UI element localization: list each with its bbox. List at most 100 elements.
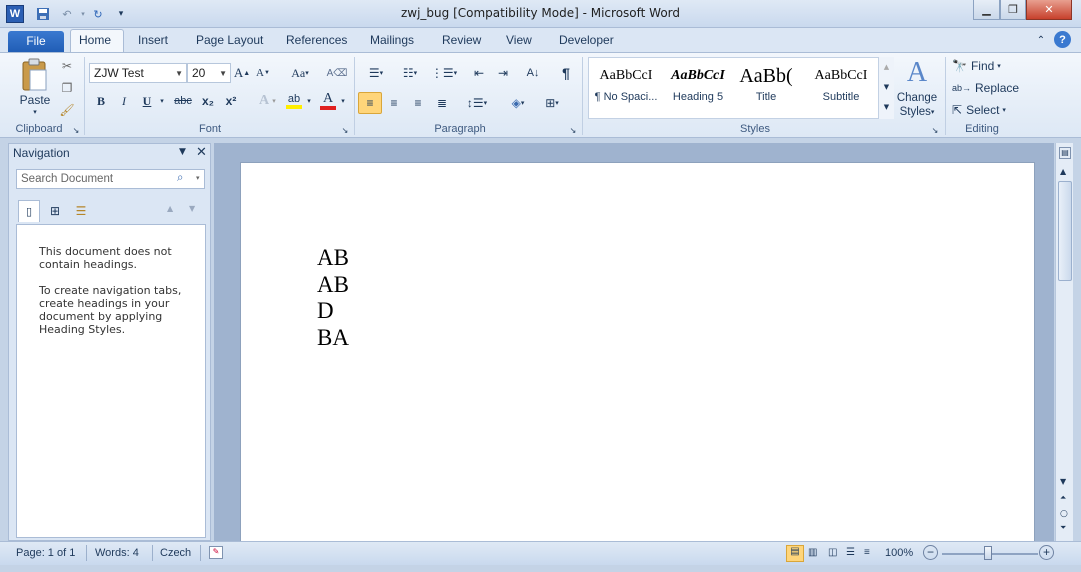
language-indicator[interactable]: Czech [160,547,191,559]
style-no-spacing[interactable]: AaBbCcI ¶ No Spaci... [590,61,662,115]
style-subtitle[interactable]: AaBbCcI Subtitle [805,61,877,115]
tab-review[interactable]: Review [434,30,489,52]
tab-developer[interactable]: Developer [551,30,622,52]
change-styles-icon[interactable]: A [900,57,934,89]
change-styles-label-2[interactable]: Styles ▾ [894,105,940,118]
vertical-scrollbar[interactable]: ▤ ▲ ▼ ⏶ ○ ⏷ [1055,143,1073,541]
browse-results-tab[interactable]: ☰ [71,202,91,220]
next-page-icon[interactable]: ⏷ [1060,523,1066,533]
select-browse-object-icon[interactable]: ○ [1060,509,1068,519]
print-layout-view-icon[interactable]: ▤ [786,545,804,562]
style-title[interactable]: AaBb( Title [733,61,799,115]
close-button[interactable]: ✕ [1026,0,1072,20]
font-launcher-icon[interactable]: ↘ [340,125,350,135]
change-styles-label[interactable]: Change [894,91,940,104]
zoom-out-icon[interactable]: − [923,545,938,560]
styles-down-icon[interactable]: ▼ [879,77,894,97]
next-result-icon[interactable]: ▼ [189,204,195,213]
font-size-combo[interactable]: 20 ▼ [187,63,231,83]
format-painter-icon[interactable]: 🖌 [58,101,76,119]
paste-button-label[interactable]: Paste [14,93,56,107]
document-line[interactable]: BA [317,325,349,352]
maximize-button[interactable]: ❐ [1000,0,1026,20]
minimize-ribbon-icon[interactable]: ⌃ [1034,32,1048,48]
page-count[interactable]: Page: 1 of 1 [16,547,75,559]
decrease-indent-icon[interactable]: ⇤ [470,65,488,81]
document-page[interactable]: AB AB D BA [240,162,1035,542]
line-spacing-icon[interactable]: ↕☰ ▾ [464,93,490,113]
navigation-options-icon[interactable]: ▼ [179,147,186,157]
increase-indent-icon[interactable]: ⇥ [494,65,512,81]
superscript-button[interactable]: x² [222,93,240,109]
font-color-dropdown-icon[interactable]: ▾ [339,93,347,109]
tab-home[interactable]: Home [70,29,124,53]
zoom-in-icon[interactable]: + [1039,545,1054,560]
font-color-button[interactable]: A [318,91,338,111]
search-icon[interactable]: ⌕ [177,172,183,185]
align-left-button[interactable]: ≡ [358,92,382,114]
shading-icon[interactable]: ◈ ▾ [504,93,532,113]
scroll-down-icon[interactable]: ▼ [1060,477,1066,486]
document-line[interactable]: D [317,298,349,325]
replace-button[interactable]: ab→ Replace [952,80,1019,96]
scroll-thumb[interactable] [1058,181,1072,281]
paste-icon[interactable] [18,57,52,93]
styles-scroll[interactable]: ▲ ▼ ▼ [878,57,894,119]
browse-headings-tab[interactable]: ▯ [18,200,40,222]
outline-view-icon[interactable]: ☰ [846,547,855,558]
cut-icon[interactable]: ✂ [58,57,76,75]
subscript-button[interactable]: x₂ [199,93,217,109]
justify-button[interactable]: ≣ [432,93,452,113]
bullets-icon[interactable]: ☰ ▾ [362,65,390,81]
bold-button[interactable]: B [94,93,108,109]
zoom-slider-thumb[interactable] [984,546,992,560]
tab-insert[interactable]: Insert [130,30,176,52]
full-screen-reading-icon[interactable]: ▥ [808,547,817,558]
select-button[interactable]: ⇱ Select ▾ [952,102,1016,118]
highlight-dropdown-icon[interactable]: ▾ [305,93,313,109]
find-button[interactable]: 🔭 Find ▾ [952,58,1012,74]
tab-references[interactable]: References [278,30,355,52]
scroll-up-icon[interactable]: ▲ [1060,167,1066,176]
align-right-button[interactable]: ≡ [408,93,428,113]
proofing-icon[interactable]: ✎ [209,546,223,559]
document-body[interactable]: AB AB D BA [317,245,349,351]
browse-pages-tab[interactable]: ⊞ [45,202,65,220]
web-layout-icon[interactable]: ◫ [828,547,837,558]
style-heading-5[interactable]: AaBbCcI Heading 5 [662,61,734,115]
view-ruler-icon[interactable]: ▤ [1059,147,1071,159]
highlight-button[interactable]: ab [284,91,304,111]
underline-button[interactable]: U [140,93,154,109]
shrink-font-icon[interactable]: A ▼ [255,65,271,81]
grow-font-icon[interactable]: A ▲ [234,65,250,81]
document-line[interactable]: AB [317,245,349,272]
word-count[interactable]: Words: 4 [95,547,139,559]
navigation-close-icon[interactable]: ✕ [196,145,207,160]
previous-page-icon[interactable]: ⏶ [1060,493,1066,503]
sort-icon[interactable]: A↓ [523,65,543,81]
italic-button[interactable]: I [117,93,131,109]
numbering-icon[interactable]: ☷ ▾ [396,65,424,81]
tab-view[interactable]: View [498,30,540,52]
tab-file[interactable]: File [8,31,64,53]
borders-icon[interactable]: ⊞ ▾ [538,93,566,113]
tab-mailings[interactable]: Mailings [362,30,422,52]
zoom-level[interactable]: 100% [885,547,913,559]
font-name-combo[interactable]: ZJW Test ▼ [89,63,187,83]
search-dropdown-icon[interactable]: ▾ [196,174,200,182]
help-icon[interactable]: ? [1054,31,1071,48]
paragraph-launcher-icon[interactable]: ↘ [568,125,578,135]
change-case-button[interactable]: Aa ▾ [288,65,312,81]
clear-formatting-icon[interactable]: A⌫ [327,65,348,81]
styles-up-icon[interactable]: ▲ [879,57,894,77]
clipboard-launcher-icon[interactable]: ↘ [71,125,81,135]
multilevel-list-icon[interactable]: ⋮☰ ▾ [430,65,458,81]
draft-view-icon[interactable]: ≡ [864,547,870,558]
search-document-input[interactable]: Search Document ⌕ ▾ [16,169,205,189]
paste-dropdown-icon[interactable]: ▾ [26,107,44,117]
minimize-button[interactable]: ▁ [973,0,1000,20]
copy-icon[interactable]: ❐ [58,79,76,97]
text-effects-dropdown-icon[interactable]: ▾ [270,93,278,109]
styles-more-icon[interactable]: ▼ [879,97,894,117]
styles-launcher-icon[interactable]: ↘ [930,125,940,135]
